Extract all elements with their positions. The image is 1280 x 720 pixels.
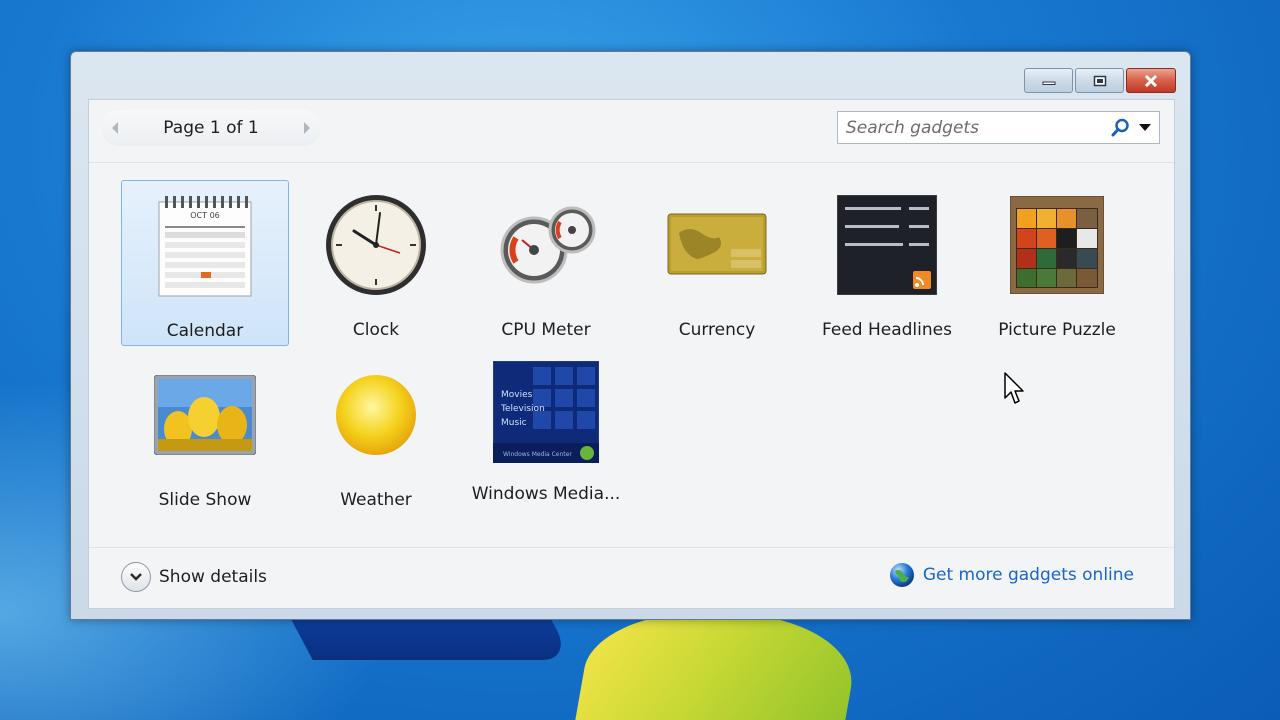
minimize-icon: [1042, 81, 1055, 85]
search-icon: [1111, 118, 1129, 136]
media-item-television: Television: [500, 404, 545, 414]
gadget-tile-weather[interactable]: Weather: [292, 350, 460, 516]
chevron-right-icon: [304, 122, 310, 134]
gadget-tile-currency[interactable]: Currency: [633, 180, 801, 346]
gadget-tile-picture-puzzle[interactable]: Picture Puzzle: [973, 180, 1141, 346]
calendar-month-text: OCT 06: [190, 211, 220, 220]
previous-page-button[interactable]: [101, 114, 129, 142]
gadget-tile-feed-headlines[interactable]: Feed Headlines: [803, 180, 971, 346]
search-options-button[interactable]: [1131, 123, 1159, 132]
gadget-tile-windows-media-center[interactable]: Movies Television Music Windows Media Ce…: [462, 350, 630, 516]
wallpaper-shape-yellow: [569, 612, 865, 720]
maximize-button[interactable]: [1075, 68, 1124, 93]
top-divider: [89, 162, 1174, 163]
globe-icon: [889, 563, 914, 587]
gadget-label: Windows Media...: [471, 484, 621, 504]
page-indicator: Page 1 of 1: [163, 118, 259, 138]
chevron-left-icon: [112, 122, 118, 134]
cpu-meter-icon: [500, 206, 596, 284]
show-details-toggle[interactable]: Show details: [121, 562, 267, 592]
media-item-music: Music: [501, 418, 527, 428]
close-button[interactable]: [1126, 68, 1176, 93]
gadget-label: Picture Puzzle: [998, 320, 1116, 340]
gadget-label: CPU Meter: [501, 320, 591, 340]
gadget-tile-slide-show[interactable]: Slide Show: [121, 350, 289, 516]
expand-button[interactable]: [121, 562, 151, 592]
calendar-icon: OCT 06: [158, 196, 252, 297]
next-page-button[interactable]: [293, 114, 321, 142]
pager: Page 1 of 1: [101, 110, 321, 146]
caption-buttons: [1024, 68, 1176, 93]
search-box: [837, 111, 1160, 144]
search-button[interactable]: [1109, 118, 1131, 138]
feed-headlines-icon: [837, 195, 937, 295]
get-more-gadgets-link[interactable]: Get more gadgets online: [923, 565, 1134, 585]
gadget-tile-cpu-meter[interactable]: CPU Meter: [462, 180, 630, 346]
minimize-button[interactable]: [1024, 68, 1073, 93]
gadget-label: Currency: [678, 320, 756, 340]
show-details-label: Show details: [159, 567, 267, 587]
gadget-label: Slide Show: [158, 490, 252, 510]
media-item-movies: Movies: [501, 390, 533, 400]
gallery-client-area: Page 1 of 1 OCT 06: [88, 99, 1175, 609]
windows-media-center-icon: Movies Television Music Windows Media Ce…: [493, 361, 599, 463]
close-icon: [1144, 74, 1158, 87]
slide-show-icon: [154, 375, 256, 455]
media-center-footer: Windows Media Center: [503, 451, 572, 458]
gadget-label: Feed Headlines: [822, 320, 952, 340]
maximize-icon: [1093, 75, 1106, 86]
chevron-down-icon: [1139, 123, 1151, 131]
mouse-cursor-icon: [1004, 372, 1024, 404]
gadget-label: Calendar: [166, 321, 244, 341]
bottom-divider: [89, 547, 1174, 548]
clock-icon: [326, 195, 426, 295]
picture-puzzle-icon: [1010, 196, 1104, 294]
gadget-tile-calendar[interactable]: OCT 06 Calendar: [121, 180, 289, 346]
gadget-tile-clock[interactable]: Clock: [292, 180, 460, 346]
chevron-down-icon: [130, 573, 142, 581]
weather-icon: [336, 375, 416, 455]
gadget-label: Clock: [352, 320, 400, 340]
gadget-label: Weather: [340, 490, 412, 510]
gadget-gallery-window: Page 1 of 1 OCT 06: [70, 51, 1191, 620]
currency-icon: [667, 213, 767, 275]
get-more-gadgets-online[interactable]: Get more gadgets online: [889, 562, 1134, 588]
search-input[interactable]: [838, 112, 1109, 143]
